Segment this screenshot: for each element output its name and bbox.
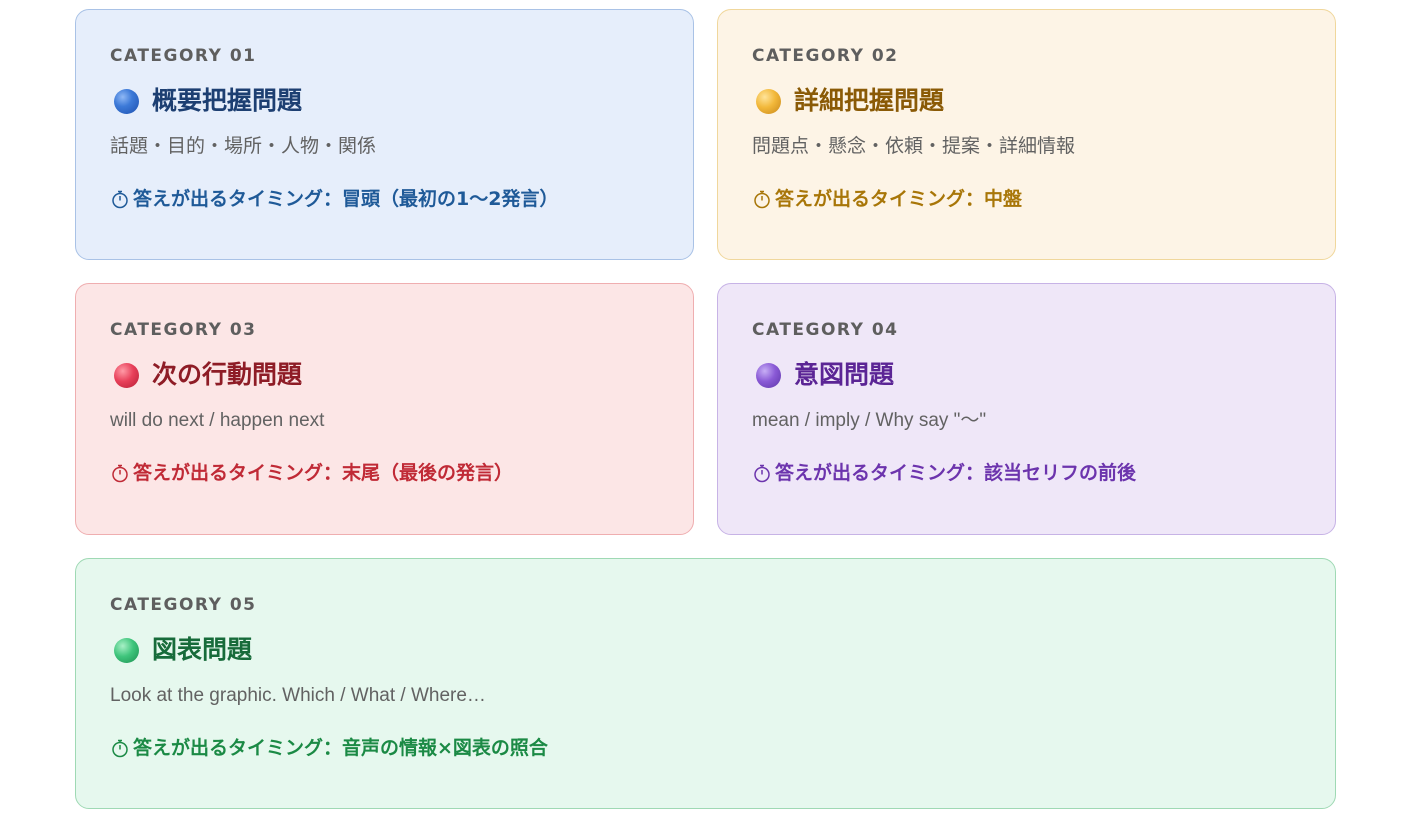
category-card-03: CATEGORY 03 次の行動問題 will do next / happen… — [75, 283, 694, 535]
category-title: 図表問題 — [152, 635, 253, 664]
category-title-row: 意図問題 — [752, 357, 1301, 393]
category-description: mean / imply / Why say "〜" — [752, 410, 987, 431]
category-title: 次の行動問題 — [152, 360, 303, 389]
answer-timing: 答えが出るタイミング：該当セリフの前後 — [752, 459, 1301, 487]
category-description: Look at the graphic. Which / What / Wher… — [110, 685, 486, 706]
yellow-circle-icon — [756, 88, 781, 114]
category-description: will do next / happen next — [110, 410, 325, 431]
category-label: CATEGORY 03 — [110, 320, 257, 340]
category-description: 問題点・懸念・依頼・提案・詳細情報 — [752, 136, 1076, 157]
answer-timing-text: 答えが出るタイミング：中盤 — [775, 188, 1023, 210]
category-title-row: 次の行動問題 — [110, 357, 659, 393]
stopwatch-icon — [110, 463, 130, 483]
category-label: CATEGORY 04 — [752, 320, 899, 340]
category-title-row: 概要把握問題 — [110, 83, 659, 119]
category-card-04: CATEGORY 04 意図問題 mean / imply / Why say … — [717, 283, 1336, 535]
category-title-row: 図表問題 — [110, 632, 1301, 668]
stopwatch-icon — [752, 189, 772, 209]
blue-circle-icon — [114, 88, 139, 114]
answer-timing-text: 答えが出るタイミング：音声の情報×図表の照合 — [133, 737, 548, 759]
category-label: CATEGORY 01 — [110, 46, 257, 66]
answer-timing: 答えが出るタイミング：中盤 — [752, 185, 1301, 213]
category-title: 意図問題 — [794, 360, 895, 389]
answer-timing: 答えが出るタイミング：音声の情報×図表の照合 — [110, 734, 1301, 762]
green-circle-icon — [114, 637, 139, 663]
category-label: CATEGORY 02 — [752, 46, 899, 66]
stopwatch-icon — [752, 463, 772, 483]
answer-timing-text: 答えが出るタイミング：冒頭（最初の1〜2発言） — [133, 188, 559, 210]
answer-timing: 答えが出るタイミング：冒頭（最初の1〜2発言） — [110, 185, 659, 213]
category-card-01: CATEGORY 01 概要把握問題 話題・目的・場所・人物・関係 答えが出るタ… — [75, 9, 694, 260]
answer-timing-text: 答えが出るタイミング：該当セリフの前後 — [775, 462, 1137, 484]
answer-timing-text: 答えが出るタイミング：末尾（最後の発言） — [133, 462, 514, 484]
category-label: CATEGORY 05 — [110, 595, 257, 615]
red-circle-icon — [114, 362, 139, 388]
stopwatch-icon — [110, 189, 130, 209]
category-card-02: CATEGORY 02 詳細把握問題 問題点・懸念・依頼・提案・詳細情報 答えが… — [717, 9, 1336, 260]
purple-circle-icon — [756, 362, 781, 388]
answer-timing: 答えが出るタイミング：末尾（最後の発言） — [110, 459, 659, 487]
category-title: 概要把握問題 — [152, 86, 303, 115]
stopwatch-icon — [110, 738, 130, 758]
category-description: 話題・目的・場所・人物・関係 — [110, 136, 377, 157]
category-card-05: CATEGORY 05 図表問題 Look at the graphic. Wh… — [75, 558, 1336, 809]
category-title-row: 詳細把握問題 — [752, 83, 1301, 119]
category-title: 詳細把握問題 — [794, 86, 945, 115]
